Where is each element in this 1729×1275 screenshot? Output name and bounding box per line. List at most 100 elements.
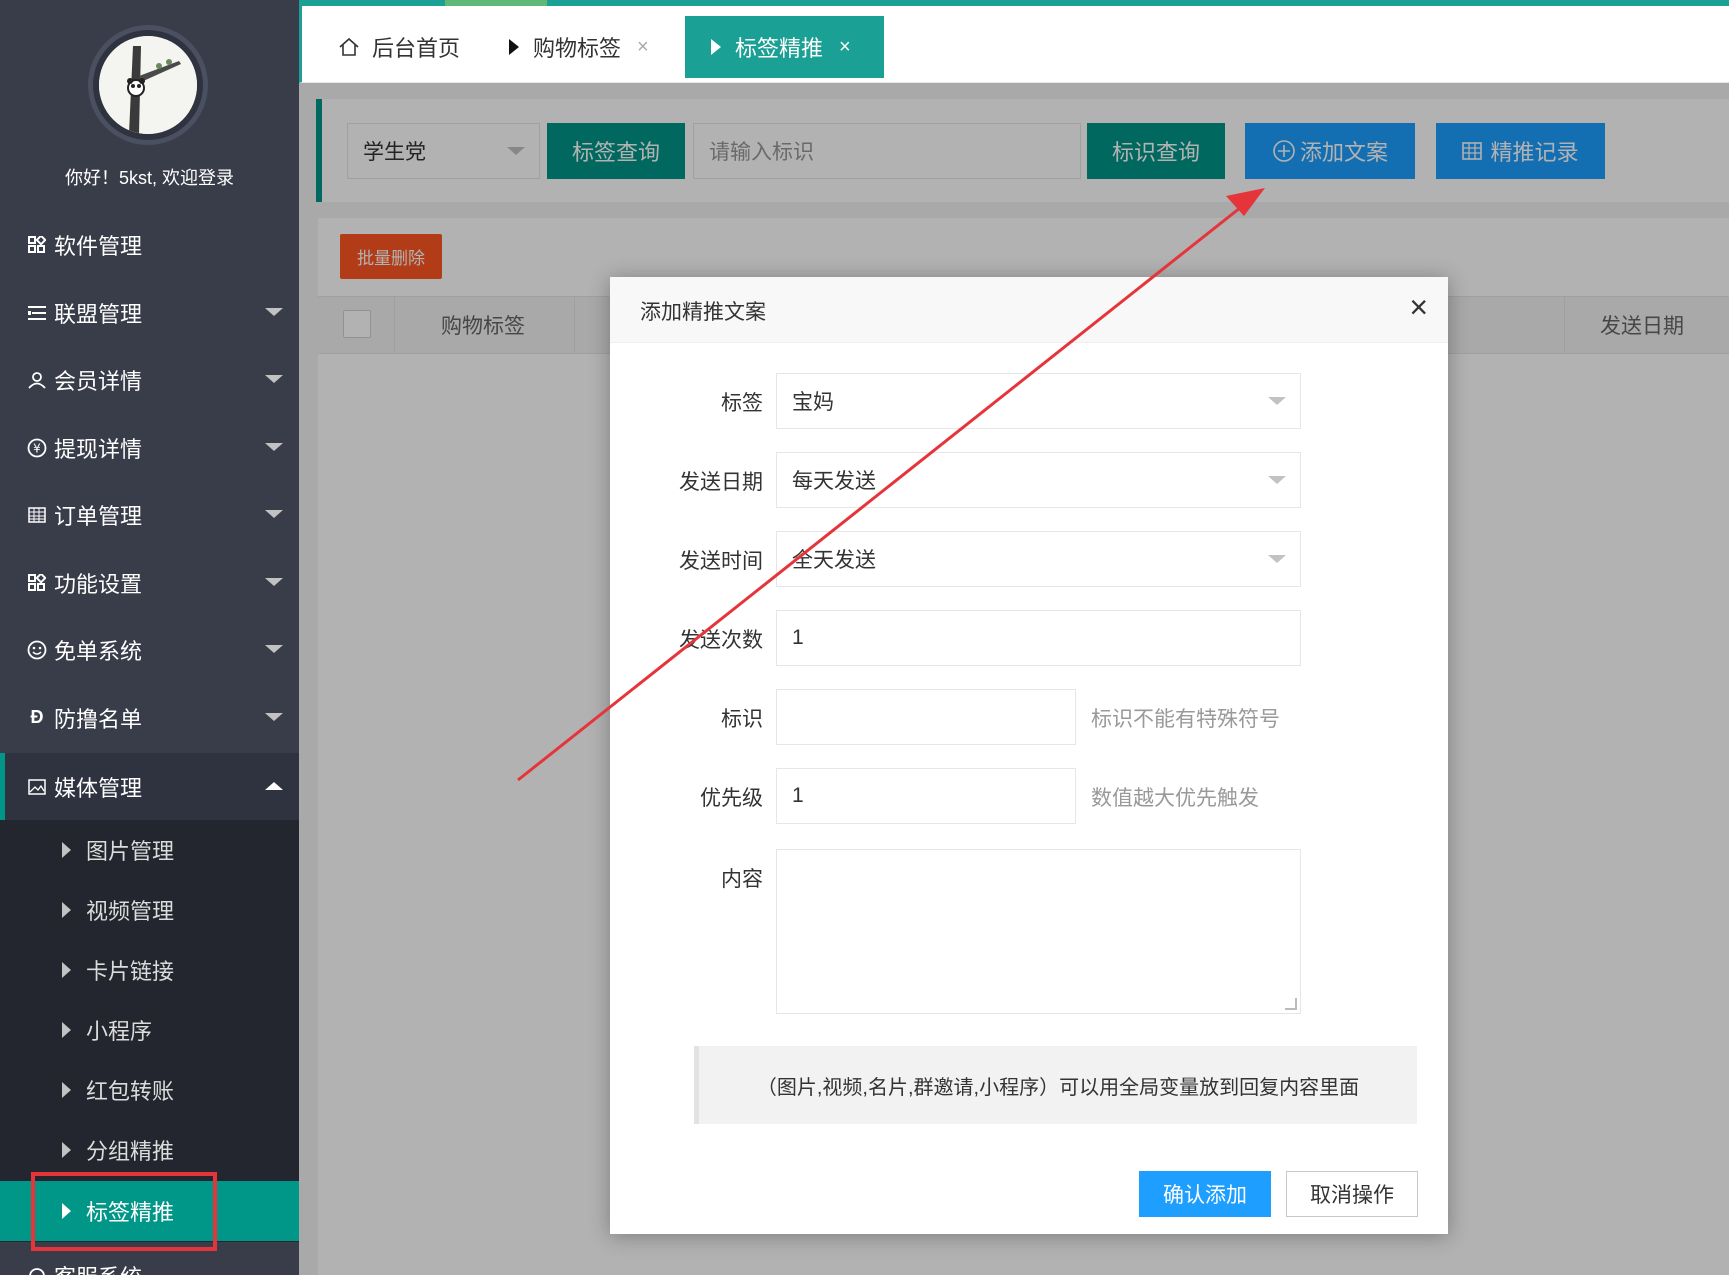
chevron-up-icon — [265, 782, 283, 790]
sidebar: 你好！5kst, 欢迎登录 软件管理 联盟管理 会员详情 ¥ 提现详情 订单管理 — [0, 0, 299, 1275]
triangle-right-icon — [62, 902, 71, 918]
tag-select-field[interactable]: 宝妈 — [776, 373, 1301, 429]
sidebar-item-label: 防撸名单 — [54, 706, 143, 732]
sidebar-item-media[interactable]: 媒体管理 — [0, 753, 299, 820]
identifier-hint: 标识不能有特殊符号 — [1091, 708, 1280, 731]
identifier-label: 标识 — [721, 708, 763, 731]
chevron-down-icon — [265, 645, 283, 653]
triangle-right-icon — [62, 1022, 71, 1038]
face-icon — [26, 639, 48, 661]
modal-title: 添加精推文案 — [640, 301, 766, 324]
tab-bar: 后台首页 购物标签 × 标签精推 × — [299, 0, 1729, 83]
triangle-right-icon — [62, 962, 71, 978]
submenu-item-label: 视频管理 — [86, 899, 175, 924]
sidebar-item-label: 功能设置 — [54, 571, 143, 597]
list-icon — [26, 302, 48, 324]
triangle-right-icon — [62, 842, 71, 858]
tag-label: 标签 — [721, 392, 763, 415]
close-icon[interactable]: × — [637, 36, 649, 59]
sidebar-item-withdraw[interactable]: ¥ 提现详情 — [0, 414, 299, 481]
chevron-down-icon — [1268, 476, 1286, 484]
tab-shopping-tags[interactable]: 购物标签 × — [509, 16, 649, 78]
sidebar-item-label: 订单管理 — [54, 503, 143, 529]
variables-notice: （图片,视频,名片,群邀请,小程序）可以用全局变量放到回复内容里面 — [694, 1046, 1417, 1124]
chevron-down-icon — [265, 308, 283, 316]
sidebar-item-label: 提现详情 — [54, 436, 143, 462]
submenu-item-red-packet[interactable]: 红包转账 — [0, 1060, 299, 1120]
welcome-text: 你好！5kst, 欢迎登录 — [64, 168, 234, 188]
panda-avatar-image — [99, 36, 197, 134]
avatar[interactable] — [88, 25, 208, 145]
sidebar-item-settings[interactable]: 功能设置 — [0, 549, 299, 616]
submenu-item-images[interactable]: 图片管理 — [0, 820, 299, 880]
svg-text:¥: ¥ — [33, 441, 41, 455]
tab-label: 后台首页 — [372, 36, 461, 61]
send-count-input[interactable]: 1 — [776, 610, 1301, 666]
identifier-input[interactable] — [776, 689, 1076, 745]
grid-icon — [26, 234, 48, 256]
add-copy-modal: 添加精推文案 × 标签 宝妈 发送日期 每天发送 发送时间 全天发送 发送次数 … — [610, 277, 1448, 1234]
submenu-item-videos[interactable]: 视频管理 — [0, 880, 299, 940]
chevron-down-icon — [265, 375, 283, 383]
submenu-item-mini-program[interactable]: 小程序 — [0, 1000, 299, 1060]
tag-select-value: 宝妈 — [792, 391, 834, 414]
sidebar-item-members[interactable]: 会员详情 — [0, 346, 299, 413]
triangle-right-icon — [509, 39, 519, 55]
send-time-label: 发送时间 — [679, 550, 763, 573]
triangle-right-icon — [711, 39, 721, 55]
submenu-item-card-links[interactable]: 卡片链接 — [0, 940, 299, 1000]
triangle-right-icon — [62, 1082, 71, 1098]
sidebar-item-label: 客服系统 — [54, 1260, 142, 1275]
submenu-item-label: 小程序 — [86, 1019, 153, 1044]
confirm-add-button[interactable]: 确认添加 — [1139, 1171, 1271, 1217]
priority-hint: 数值越大优先触发 — [1091, 787, 1259, 810]
sidebar-item-label: 免单系统 — [54, 638, 143, 664]
chevron-down-icon — [265, 510, 283, 518]
chevron-down-icon — [265, 578, 283, 586]
send-time-select[interactable]: 全天发送 — [776, 531, 1301, 587]
table-icon — [26, 504, 48, 526]
submenu-item-label: 图片管理 — [86, 839, 175, 864]
tab-label: 购物标签 — [533, 36, 622, 61]
sidebar-item-blacklist[interactable]: Đ 防撸名单 — [0, 684, 299, 751]
send-date-label: 发送日期 — [679, 471, 763, 494]
dong-icon: Đ — [30, 707, 44, 727]
send-time-value: 全天发送 — [792, 549, 876, 572]
content-textarea[interactable] — [776, 849, 1301, 1014]
submenu-item-label: 红包转账 — [86, 1079, 175, 1104]
chevron-down-icon — [265, 443, 283, 451]
content-label: 内容 — [721, 868, 763, 891]
sidebar-item-label: 媒体管理 — [54, 775, 143, 801]
sidebar-item-orders[interactable]: 订单管理 — [0, 481, 299, 548]
tab-indicator — [445, 0, 547, 6]
submenu-item-label: 分组精推 — [86, 1139, 175, 1164]
submenu-item-label: 卡片链接 — [86, 959, 175, 984]
priority-input[interactable]: 1 — [776, 768, 1076, 824]
tab-label: 标签精推 — [735, 36, 824, 61]
send-date-select[interactable]: 每天发送 — [776, 452, 1301, 508]
sidebar-item-alliance[interactable]: 联盟管理 — [0, 279, 299, 346]
grid-icon — [26, 572, 48, 594]
triangle-right-icon — [62, 1142, 71, 1158]
close-icon[interactable]: × — [1409, 291, 1428, 323]
tab-tag-push[interactable]: 标签精推 × — [685, 16, 884, 78]
sidebar-item-label: 会员详情 — [54, 368, 143, 394]
home-icon — [338, 37, 360, 57]
chevron-down-icon — [1268, 555, 1286, 563]
chevron-down-icon — [1268, 397, 1286, 405]
tab-home[interactable]: 后台首页 — [338, 16, 460, 78]
picture-icon — [26, 776, 48, 798]
resize-handle[interactable] — [1285, 998, 1297, 1010]
sidebar-item-software[interactable]: 软件管理 — [0, 211, 299, 278]
submenu-item-group-push[interactable]: 分组精推 — [0, 1120, 299, 1180]
sidebar-item-label: 软件管理 — [54, 233, 143, 259]
user-icon — [26, 369, 48, 391]
close-icon[interactable]: × — [839, 36, 851, 59]
sidebar-item-label: 联盟管理 — [54, 301, 143, 327]
sidebar-item-free-order[interactable]: 免单系统 — [0, 616, 299, 683]
annotation-highlight-box — [31, 1172, 217, 1251]
yen-icon: ¥ — [26, 437, 48, 459]
send-count-label: 发送次数 — [679, 629, 763, 652]
chevron-down-icon — [265, 713, 283, 721]
cancel-button[interactable]: 取消操作 — [1286, 1171, 1418, 1217]
